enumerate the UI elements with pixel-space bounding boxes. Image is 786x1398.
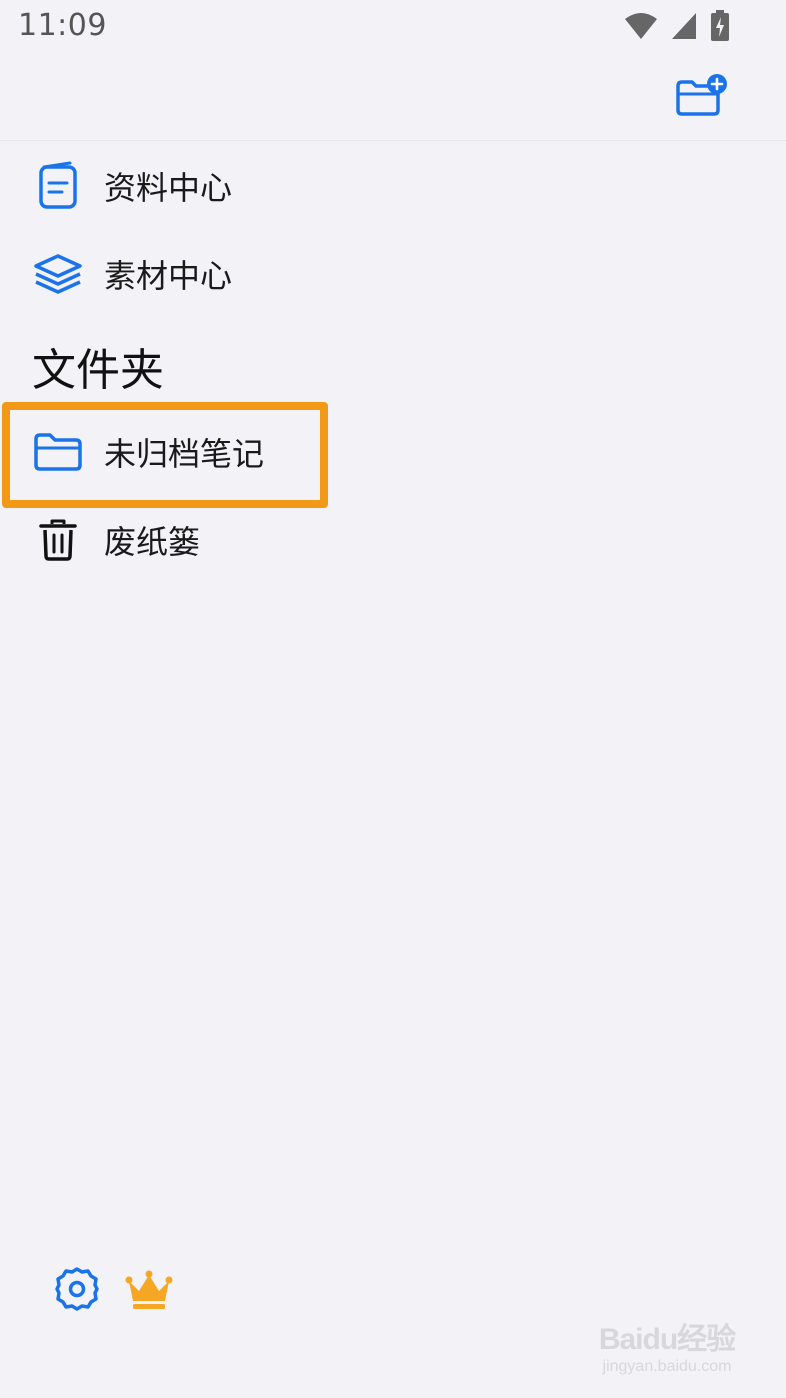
nav-item-label: 素材中心 <box>104 257 233 295</box>
status-bar: 11:09 <box>0 0 786 56</box>
crown-icon <box>125 1270 173 1309</box>
folder-item-label: 未归档笔记 <box>104 435 265 473</box>
new-folder-button[interactable] <box>674 72 730 120</box>
folder-item-label: 废纸篓 <box>104 523 201 561</box>
vip-button[interactable] <box>124 1264 174 1314</box>
battery-icon <box>711 10 729 41</box>
folder-item-trash[interactable]: 废纸篓 <box>0 500 786 580</box>
gear-icon <box>55 1267 99 1311</box>
settings-button[interactable] <box>52 1264 102 1314</box>
signal-icon <box>672 13 696 39</box>
status-icons <box>624 10 730 42</box>
watermark-main: Baidu经验 <box>598 1323 736 1356</box>
wifi-icon <box>625 13 657 39</box>
folder-item-unfiled-notes[interactable]: 未归档笔记 <box>0 412 786 492</box>
nav-item-material-center[interactable]: 素材中心 <box>0 234 786 314</box>
watermark-sub: jingyan.baidu.com <box>602 1358 732 1375</box>
header <box>0 56 786 141</box>
folders-section-title: 文件夹 <box>32 345 164 396</box>
trash-icon <box>30 512 86 568</box>
folder-icon <box>30 424 86 480</box>
document-icon <box>30 158 86 214</box>
status-time: 11:09 <box>18 8 107 43</box>
watermark: Baidu经验 jingyan.baidu.com <box>592 1314 742 1376</box>
bottom-bar <box>52 1264 174 1314</box>
new-folder-icon <box>676 74 727 116</box>
nav-item-data-center[interactable]: 资料中心 <box>0 146 786 226</box>
nav-item-label: 资料中心 <box>104 169 233 207</box>
layers-icon <box>30 246 86 302</box>
